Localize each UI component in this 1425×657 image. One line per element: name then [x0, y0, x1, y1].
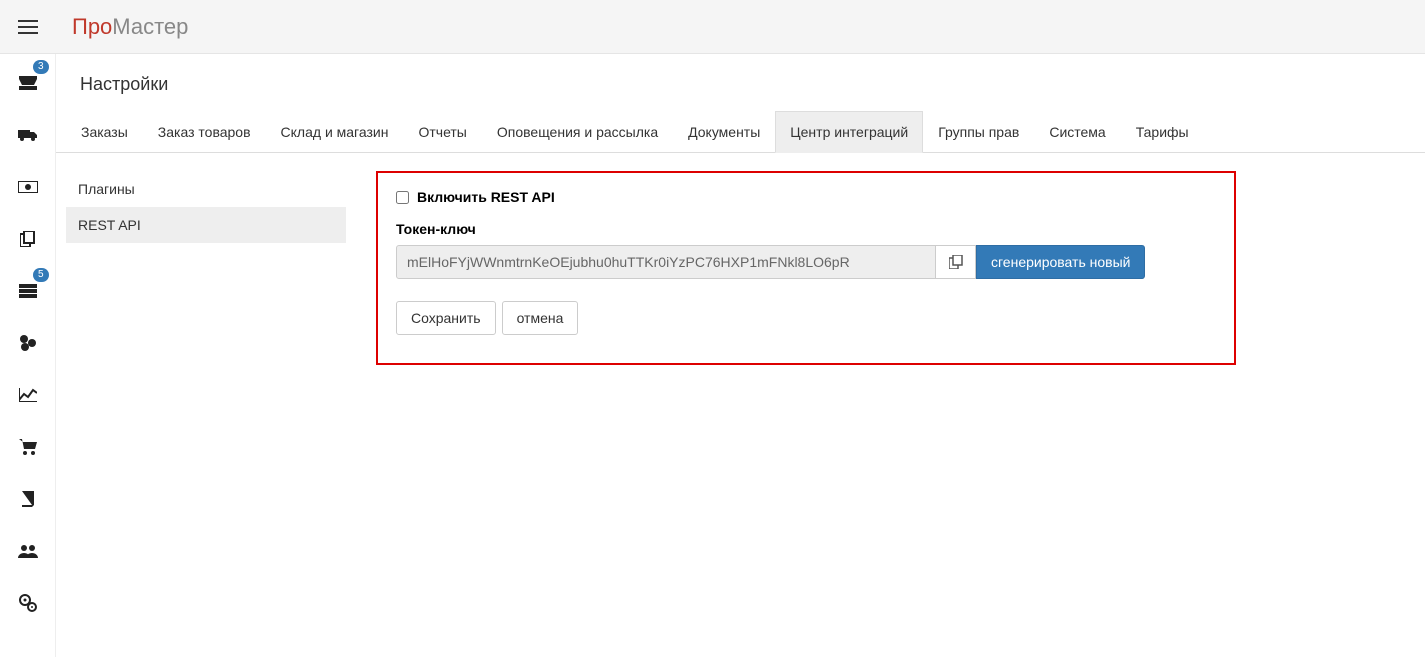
- cogs-icon[interactable]: [13, 588, 43, 618]
- copy-icon: [949, 255, 963, 269]
- tab-tariffs[interactable]: Тарифы: [1121, 111, 1204, 153]
- nav-plugins[interactable]: Плагины: [66, 171, 346, 207]
- inbox-badge: 3: [33, 60, 49, 74]
- generate-new-button[interactable]: сгенерировать новый: [976, 245, 1145, 279]
- copy-icon[interactable]: [13, 224, 43, 254]
- truck-icon[interactable]: [13, 120, 43, 150]
- cart-icon[interactable]: [13, 432, 43, 462]
- layers-badge: 5: [33, 268, 49, 282]
- layers-icon[interactable]: 5: [13, 276, 43, 306]
- brand-logo: ПроМастер: [72, 14, 188, 40]
- nav-rest-api[interactable]: REST API: [66, 207, 346, 243]
- globe-icon[interactable]: [13, 328, 43, 358]
- main-content: Настройки Заказы Заказ товаров Склад и м…: [56, 54, 1425, 657]
- tab-notifications[interactable]: Оповещения и рассылка: [482, 111, 673, 153]
- book-icon[interactable]: [13, 484, 43, 514]
- enable-rest-api-label: Включить REST API: [417, 189, 555, 205]
- sidebar: 3 5: [0, 54, 56, 657]
- money-icon[interactable]: [13, 172, 43, 202]
- tab-orders[interactable]: Заказы: [66, 111, 143, 153]
- tab-documents[interactable]: Документы: [673, 111, 775, 153]
- page-title: Настройки: [56, 54, 1425, 111]
- chart-line-icon[interactable]: [13, 380, 43, 410]
- save-button[interactable]: Сохранить: [396, 301, 496, 335]
- tab-system[interactable]: Система: [1034, 111, 1120, 153]
- tab-product-orders[interactable]: Заказ товаров: [143, 111, 266, 153]
- tab-warehouse[interactable]: Склад и магазин: [266, 111, 404, 153]
- tab-reports[interactable]: Отчеты: [403, 111, 481, 153]
- inbox-icon[interactable]: 3: [13, 68, 43, 98]
- copy-token-button[interactable]: [936, 245, 976, 279]
- brand-part1: Про: [72, 14, 112, 39]
- topbar: ПроМастер: [0, 0, 1425, 54]
- tab-integrations[interactable]: Центр интеграций: [775, 111, 923, 153]
- hamburger-menu-button[interactable]: [12, 14, 44, 40]
- cancel-button[interactable]: отмена: [502, 301, 579, 335]
- tabs: Заказы Заказ товаров Склад и магазин Отч…: [56, 111, 1425, 153]
- tab-permission-groups[interactable]: Группы прав: [923, 111, 1034, 153]
- rest-api-panel: Включить REST API Токен-ключ сгенерирова…: [376, 171, 1236, 365]
- users-icon[interactable]: [13, 536, 43, 566]
- token-label: Токен-ключ: [396, 221, 1216, 237]
- left-nav: Плагины REST API: [66, 171, 346, 365]
- token-input[interactable]: [396, 245, 936, 279]
- brand-part2: Мастер: [112, 14, 188, 39]
- enable-rest-api-checkbox[interactable]: [396, 191, 409, 204]
